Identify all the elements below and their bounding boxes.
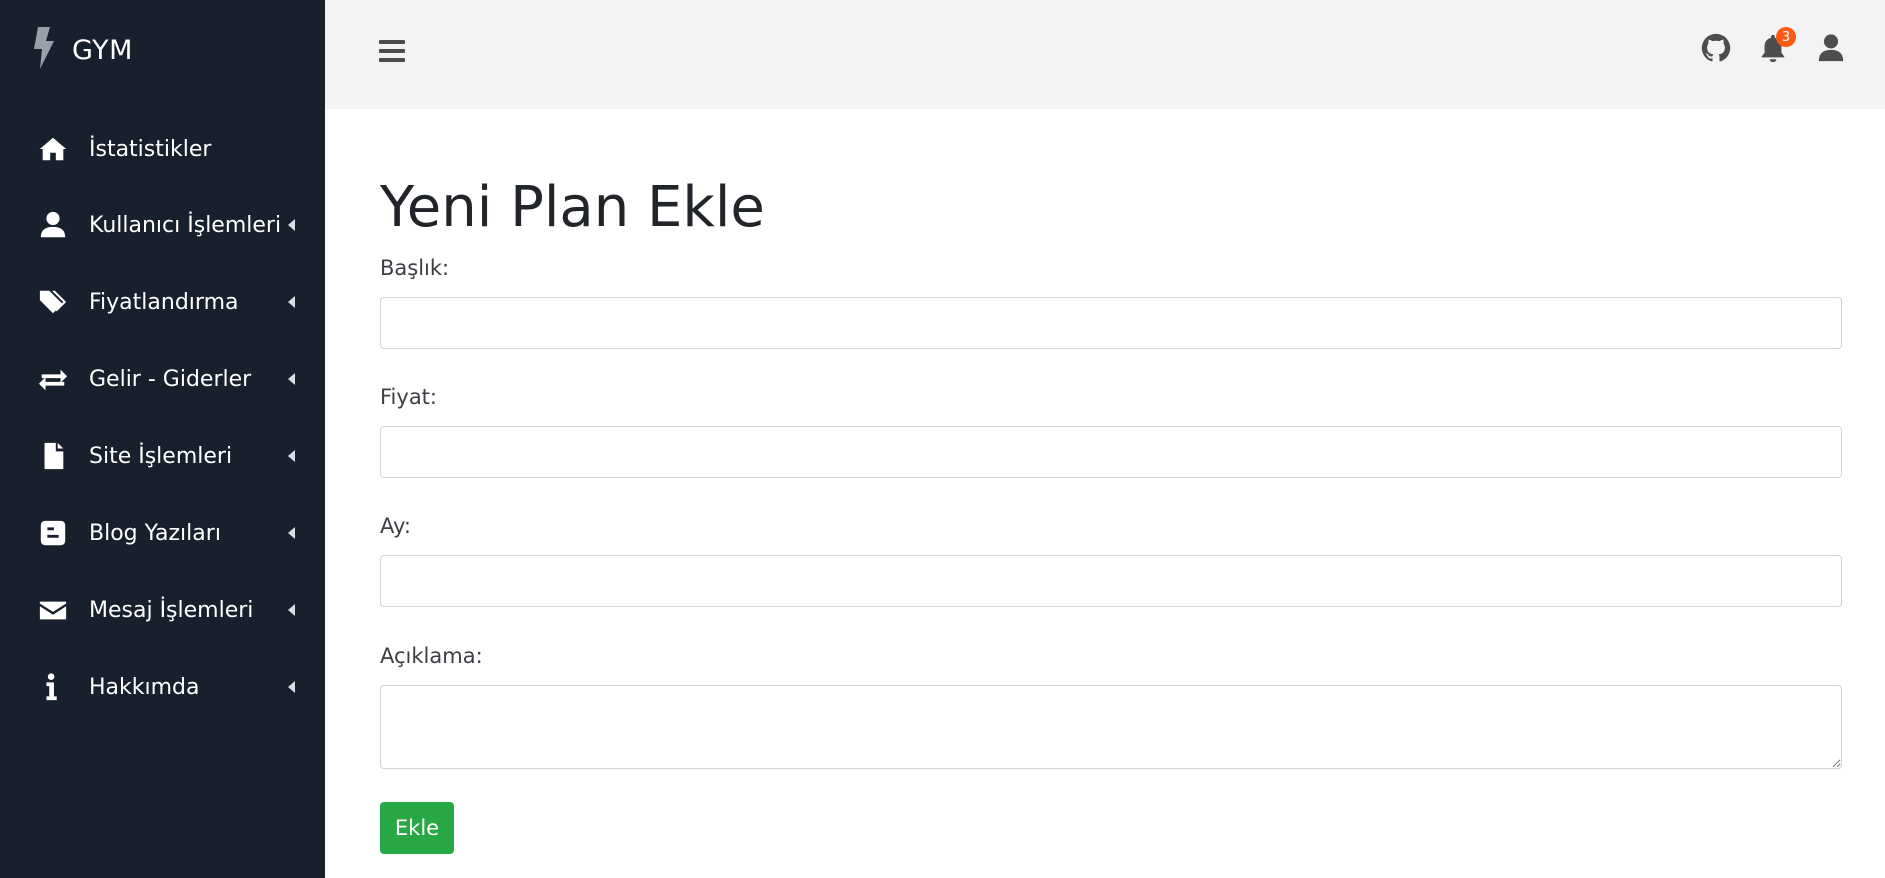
home-icon: [37, 133, 69, 165]
sidebar-item-label: Kullanıcı İşlemleri: [89, 212, 282, 238]
github-icon[interactable]: [1701, 33, 1731, 63]
page-title: Yeni Plan Ekle: [380, 175, 765, 240]
price-input[interactable]: [380, 426, 1842, 478]
exchange-icon: [37, 363, 69, 395]
title-input[interactable]: [380, 297, 1842, 349]
sidebar-item-label: Mesaj İşlemleri: [89, 597, 254, 623]
add-button[interactable]: Ekle: [380, 802, 454, 854]
caret-left-icon: [288, 296, 295, 308]
brand-name: GYM: [72, 34, 133, 66]
title-label: Başlık:: [380, 256, 450, 280]
sidebar-item-label: İstatistikler: [89, 136, 212, 162]
caret-left-icon: [288, 604, 295, 616]
tags-icon: [37, 286, 69, 318]
blogger-icon: [37, 517, 69, 549]
sidebar-item-hakkimda[interactable]: Hakkımda: [0, 659, 325, 715]
caret-left-icon: [288, 373, 295, 385]
envelope-icon: [37, 594, 69, 626]
sidebar-item-label: Hakkımda: [89, 674, 200, 700]
file-icon: [37, 440, 69, 472]
sidebar-item-label: Fiyatlandırma: [89, 289, 239, 315]
sidebar-item-gelir-giderler[interactable]: Gelir - Giderler: [0, 351, 325, 407]
sidebar-item-mesaj-islemleri[interactable]: Mesaj İşlemleri: [0, 582, 325, 638]
sidebar-item-site-islemleri[interactable]: Site İşlemleri: [0, 428, 325, 484]
sidebar-item-blog-yazilari[interactable]: Blog Yazıları: [0, 505, 325, 561]
caret-left-icon: [288, 681, 295, 693]
month-label: Ay:: [380, 514, 411, 538]
month-input[interactable]: [380, 555, 1842, 607]
sidebar-item-label: Blog Yazıları: [89, 520, 221, 546]
sidebar: GYM İstatistikler Kullanıcı İşlemleri Fi…: [0, 0, 325, 878]
sidebar-item-label: Gelir - Giderler: [89, 366, 252, 392]
hamburger-icon[interactable]: [379, 38, 405, 64]
sidebar-item-label: Site İşlemleri: [89, 443, 233, 469]
user-icon[interactable]: [1816, 33, 1846, 63]
notification-badge: 3: [1776, 27, 1796, 47]
bolt-icon: [30, 27, 58, 73]
topbar: [325, 0, 1885, 109]
description-textarea[interactable]: [380, 685, 1842, 769]
caret-left-icon: [288, 450, 295, 462]
price-label: Fiyat:: [380, 385, 437, 409]
description-label: Açıklama:: [380, 644, 483, 668]
caret-left-icon: [288, 527, 295, 539]
sidebar-item-fiyatlandirma[interactable]: Fiyatlandırma: [0, 274, 325, 330]
sidebar-item-kullanici-islemleri[interactable]: Kullanıcı İşlemleri: [0, 197, 325, 253]
caret-left-icon: [288, 219, 295, 231]
sidebar-item-istatistikler[interactable]: İstatistikler: [0, 121, 325, 177]
info-icon: [37, 671, 69, 703]
user-icon: [37, 209, 69, 241]
brand[interactable]: GYM: [30, 27, 133, 73]
